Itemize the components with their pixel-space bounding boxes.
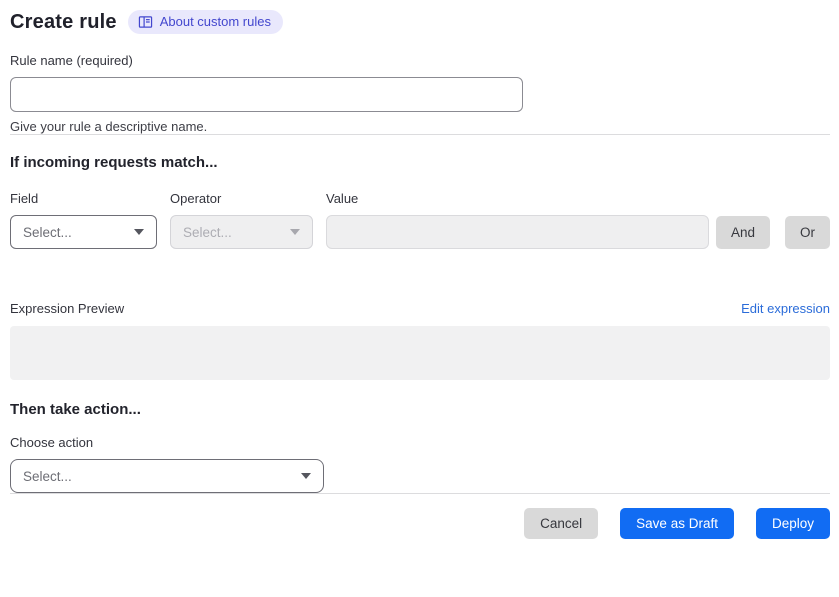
rule-name-helper: Give your rule a descriptive name. [10,119,208,134]
expression-preview-row: Expression Preview Edit expression [10,301,830,316]
chevron-down-icon [290,229,300,235]
create-rule-page: Create rule About custom rules Rule name… [0,0,839,539]
footer-divider [10,493,830,494]
operator-select[interactable]: Select... [170,215,313,249]
about-custom-rules-badge[interactable]: About custom rules [127,10,283,34]
expression-preview-box [10,326,830,380]
and-button[interactable]: And [715,216,770,249]
book-icon [138,15,153,29]
or-button[interactable]: Or [785,216,830,249]
field-select[interactable]: Select... [10,215,157,249]
operator-label: Operator [170,191,222,206]
value-label: Value [326,191,359,206]
field-select-value: Select... [23,224,72,240]
and-or-group: And Or [715,216,830,249]
section-divider [10,134,830,135]
action-section-heading: Then take action... [10,401,141,418]
action-select-value: Select... [23,468,72,484]
action-select[interactable]: Select... [10,459,324,493]
condition-row: Field Select... Operator Select... Value… [10,191,830,249]
edit-expression-link[interactable]: Edit expression [741,301,830,316]
rule-name-label: Rule name (required) [10,53,133,68]
expression-preview-label: Expression Preview [10,301,125,316]
chevron-down-icon [301,473,311,479]
page-title: Create rule [10,10,117,33]
deploy-button[interactable]: Deploy [755,508,830,539]
save-as-draft-button[interactable]: Save as Draft [620,508,734,539]
rule-name-input[interactable] [10,77,523,112]
field-label: Field [10,191,39,206]
value-input[interactable] [326,215,709,249]
operator-select-value: Select... [183,224,232,240]
badge-label: About custom rules [159,14,271,29]
choose-action-label: Choose action [10,435,94,450]
footer-actions: Cancel Save as Draft Deploy [10,508,830,539]
match-section-heading: If incoming requests match... [10,154,218,171]
page-header: Create rule About custom rules [10,10,830,34]
cancel-button[interactable]: Cancel [524,508,599,539]
chevron-down-icon [134,229,144,235]
